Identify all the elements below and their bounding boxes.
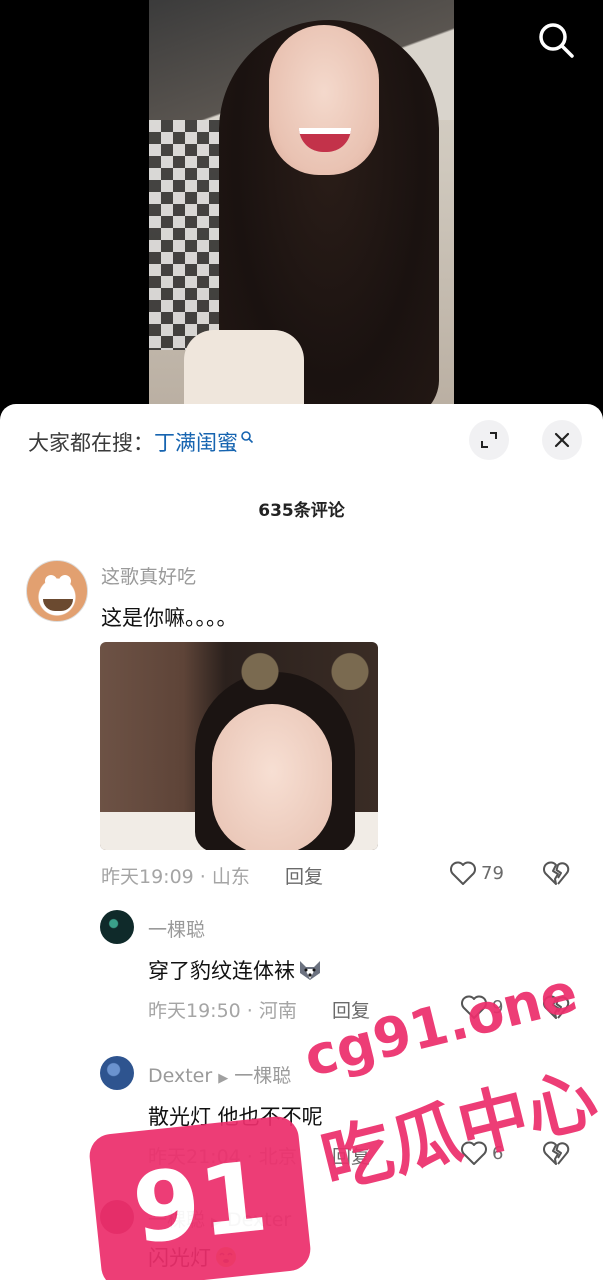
trending-search-prefix: 大家都在搜： [28, 431, 154, 455]
heart-icon [450, 861, 476, 885]
comment-time-location: 昨天19:09 · 山东 [101, 866, 250, 888]
trending-search-keyword[interactable]: 丁满闺蜜 [154, 427, 238, 457]
comment-username[interactable]: 一棵聪 ▶ Dexter [148, 1205, 291, 1232]
reply-button[interactable]: 回复 [285, 862, 323, 889]
comment-text-content: 穿了豹纹连体袜 [148, 959, 295, 983]
like-count: 9 [492, 996, 504, 1018]
close-icon [554, 432, 570, 448]
reply-arrow-icon: ▶ [218, 1071, 229, 1086]
heart-icon [461, 1141, 487, 1165]
comment-count: 635条评论 [258, 501, 345, 521]
dizzy-emoji-icon [213, 1244, 239, 1267]
search-icon[interactable] [536, 20, 576, 60]
comment-username[interactable]: Dexter ▶ 一棵聪 [148, 1061, 291, 1088]
avatar[interactable] [100, 910, 134, 944]
like-count: 6 [492, 1142, 504, 1164]
dislike-button[interactable] [542, 860, 570, 890]
comment-text-content: 散光灯 他也不不呢 [148, 1105, 323, 1129]
comment-username[interactable]: 这歌真好吃 [101, 562, 196, 589]
expand-icon [481, 432, 497, 448]
like-button[interactable]: 9 [460, 994, 503, 1020]
avatar[interactable] [26, 560, 88, 622]
comment-username[interactable]: 一棵聪 [148, 915, 205, 942]
reply-author: 一棵聪 [148, 1209, 206, 1231]
comment-text[interactable]: 闪光灯 [148, 1242, 239, 1272]
comment-text[interactable]: 这是你嘛。。。。 [101, 602, 238, 632]
dislike-button[interactable] [542, 994, 570, 1024]
reply-target: 一棵聪 [234, 1065, 292, 1087]
comment-time-location: 昨天21:04 · 北京 [148, 1146, 297, 1168]
husky-emoji-icon [297, 959, 323, 981]
reply-arrow-icon: ▶ [211, 1215, 222, 1230]
reply-target: Dexter [227, 1209, 292, 1231]
comment-text[interactable]: 散光灯 他也不不呢 [148, 1101, 323, 1131]
reply-button[interactable]: 回复 [332, 996, 370, 1023]
heart-icon [461, 995, 487, 1019]
close-button[interactable] [542, 420, 582, 460]
comment-time-location: 昨天19:50 · 河南 [148, 1000, 297, 1022]
dislike-button[interactable] [542, 1140, 570, 1170]
comment-image[interactable] [100, 642, 378, 850]
like-button[interactable]: 6 [460, 1140, 503, 1166]
like-count: 79 [481, 862, 504, 884]
video-frame [149, 0, 454, 420]
avatar[interactable] [100, 1056, 134, 1090]
broken-heart-icon [543, 1141, 570, 1165]
reply-author: Dexter [148, 1065, 213, 1087]
like-button[interactable]: 79 [449, 860, 504, 886]
broken-heart-icon [543, 995, 570, 1019]
reply-button[interactable]: 回复 [332, 1142, 370, 1169]
avatar[interactable] [100, 1200, 134, 1234]
comment-text[interactable]: 穿了豹纹连体袜 [148, 955, 323, 985]
comment-text-content: 闪光灯 [148, 1246, 211, 1270]
trending-search[interactable]: 大家都在搜： 丁满闺蜜 [28, 424, 254, 460]
video-player[interactable] [0, 0, 603, 420]
small-search-icon [240, 425, 254, 449]
expand-button[interactable] [469, 420, 509, 460]
broken-heart-icon [543, 861, 570, 885]
comment-sheet: 大家都在搜： 丁满闺蜜 635条评论 这歌真好吃 这是你嘛。。。。 昨天19:0… [0, 404, 603, 1280]
